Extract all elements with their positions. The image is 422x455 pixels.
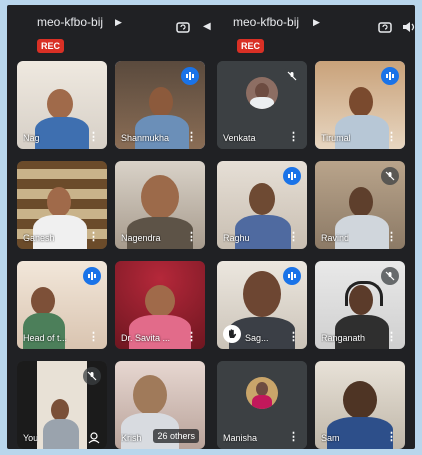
participant-video (133, 375, 167, 415)
participant-name: Sag... (245, 333, 269, 343)
more-options-icon[interactable]: ⋮ (288, 130, 299, 143)
participant-video (149, 87, 173, 117)
mic-off-icon (381, 267, 399, 285)
participant-tile[interactable]: Nagendra ⋮ (115, 161, 205, 249)
others-count-badge[interactable]: 26 others (153, 429, 199, 443)
recording-badge: REC (237, 39, 265, 53)
participant-video (235, 215, 291, 249)
meeting-header-right: meo-kfbo-bij ▶ REC (211, 5, 415, 57)
more-options-icon[interactable]: ⋮ (288, 230, 299, 243)
more-options-icon[interactable]: ⋮ (288, 430, 299, 443)
more-options-icon[interactable]: ⋮ (386, 330, 397, 343)
participant-name: Ravind (321, 233, 350, 243)
meeting-title[interactable]: meo-kfbo-bij (233, 15, 299, 29)
more-options-icon[interactable]: ⋮ (88, 230, 99, 243)
participant-tile[interactable]: Ganesh ⋮ (17, 161, 107, 249)
participant-video (33, 215, 87, 249)
participant-video (141, 175, 179, 219)
speaking-indicator-icon (283, 167, 301, 185)
participant-tile[interactable]: Ranganath ⋮ (315, 261, 405, 349)
more-options-icon[interactable]: ⋮ (288, 330, 299, 343)
participant-tile[interactable]: You (17, 361, 107, 449)
participant-tile[interactable]: Tirumal ⋮ (315, 61, 405, 149)
participant-video (23, 313, 65, 349)
participant-tile[interactable]: Venkata ⋮ (217, 61, 307, 149)
participant-name: Krish (121, 433, 142, 443)
participant-name: Ganesh (23, 233, 55, 243)
participant-name: Tirumal (321, 133, 351, 143)
participant-video (47, 187, 71, 217)
participant-name: Head of t... (23, 333, 68, 343)
participant-name: Sam (321, 433, 340, 443)
chevron-right-icon[interactable]: ▶ (115, 17, 122, 28)
participant-tile[interactable]: Sag... ⋮ (217, 261, 307, 349)
participant-video (43, 419, 79, 449)
participant-video (145, 285, 175, 317)
speaking-indicator-icon (83, 267, 101, 285)
avatar (246, 76, 278, 109)
meeting-header-left: meo-kfbo-bij ▶ REC ◀ (7, 5, 211, 57)
participant-name: Manisha (223, 433, 258, 443)
more-options-icon[interactable]: ⋮ (88, 330, 99, 343)
participant-tile[interactable]: Raghu ⋮ (217, 161, 307, 249)
participant-name: Nag (23, 133, 40, 143)
effects-icon[interactable] (87, 430, 101, 444)
chevron-right-icon[interactable]: ▶ (313, 17, 320, 28)
more-options-icon[interactable]: ⋮ (88, 130, 99, 143)
participant-name: Nagendra (121, 233, 161, 243)
participant-name: Raghu (223, 233, 250, 243)
recording-badge: REC (37, 39, 65, 53)
participant-tile[interactable]: Krish 26 others (115, 361, 205, 449)
participant-tile[interactable]: Head of t... ⋮ (17, 261, 107, 349)
participant-tile[interactable]: Shanmukha ⋮ (115, 61, 205, 149)
speaking-indicator-icon (181, 67, 199, 85)
participant-video (135, 115, 189, 149)
more-options-icon[interactable]: ⋮ (186, 130, 197, 143)
headset (345, 281, 383, 306)
participant-video (335, 215, 389, 249)
participant-tile[interactable]: Manisha ⋮ (217, 361, 307, 449)
participant-video (47, 89, 73, 119)
more-options-icon[interactable]: ⋮ (186, 330, 197, 343)
speaker-icon[interactable] (401, 19, 415, 35)
meeting-window: meo-kfbo-bij ▶ REC ◀ meo-kfbo-bij ▶ REC … (7, 5, 415, 449)
participant-name: Shanmukha (121, 133, 170, 143)
participant-video (349, 87, 373, 117)
participant-tile[interactable]: Sam ⋮ (315, 361, 405, 449)
participant-video (31, 287, 55, 315)
mic-off-icon (381, 167, 399, 185)
participant-video (51, 399, 69, 421)
more-options-icon[interactable]: ⋮ (186, 230, 197, 243)
participant-video (343, 381, 377, 419)
participant-video (35, 117, 89, 149)
participant-video (335, 315, 389, 349)
participant-video (349, 187, 373, 217)
participant-name: Dr. Savita ... (121, 333, 171, 343)
participant-name: Ranganath (321, 333, 366, 343)
mic-off-icon (83, 367, 101, 385)
more-options-icon[interactable]: ⋮ (386, 130, 397, 143)
switch-camera-icon[interactable] (175, 19, 191, 35)
speaking-indicator-icon (381, 67, 399, 85)
participant-tile[interactable]: Ravind ⋮ (315, 161, 405, 249)
participant-video (335, 115, 389, 149)
switch-camera-icon[interactable] (377, 19, 393, 35)
participant-video (129, 315, 191, 349)
raised-hand-icon (223, 325, 241, 343)
participant-tile[interactable]: Dr. Savita ... ⋮ (115, 261, 205, 349)
more-options-icon[interactable]: ⋮ (386, 230, 397, 243)
participant-tile[interactable]: Nag ⋮ (17, 61, 107, 149)
meeting-title[interactable]: meo-kfbo-bij (37, 15, 103, 29)
collapse-icon[interactable]: ◀ (203, 21, 211, 32)
more-options-icon[interactable]: ⋮ (386, 430, 397, 443)
participant-video (243, 271, 281, 317)
participant-name: Venkata (223, 133, 256, 143)
participant-name: You (23, 433, 39, 443)
participant-video (249, 183, 275, 215)
mic-off-icon (283, 67, 301, 85)
speaking-indicator-icon (283, 267, 301, 285)
avatar (246, 376, 278, 409)
